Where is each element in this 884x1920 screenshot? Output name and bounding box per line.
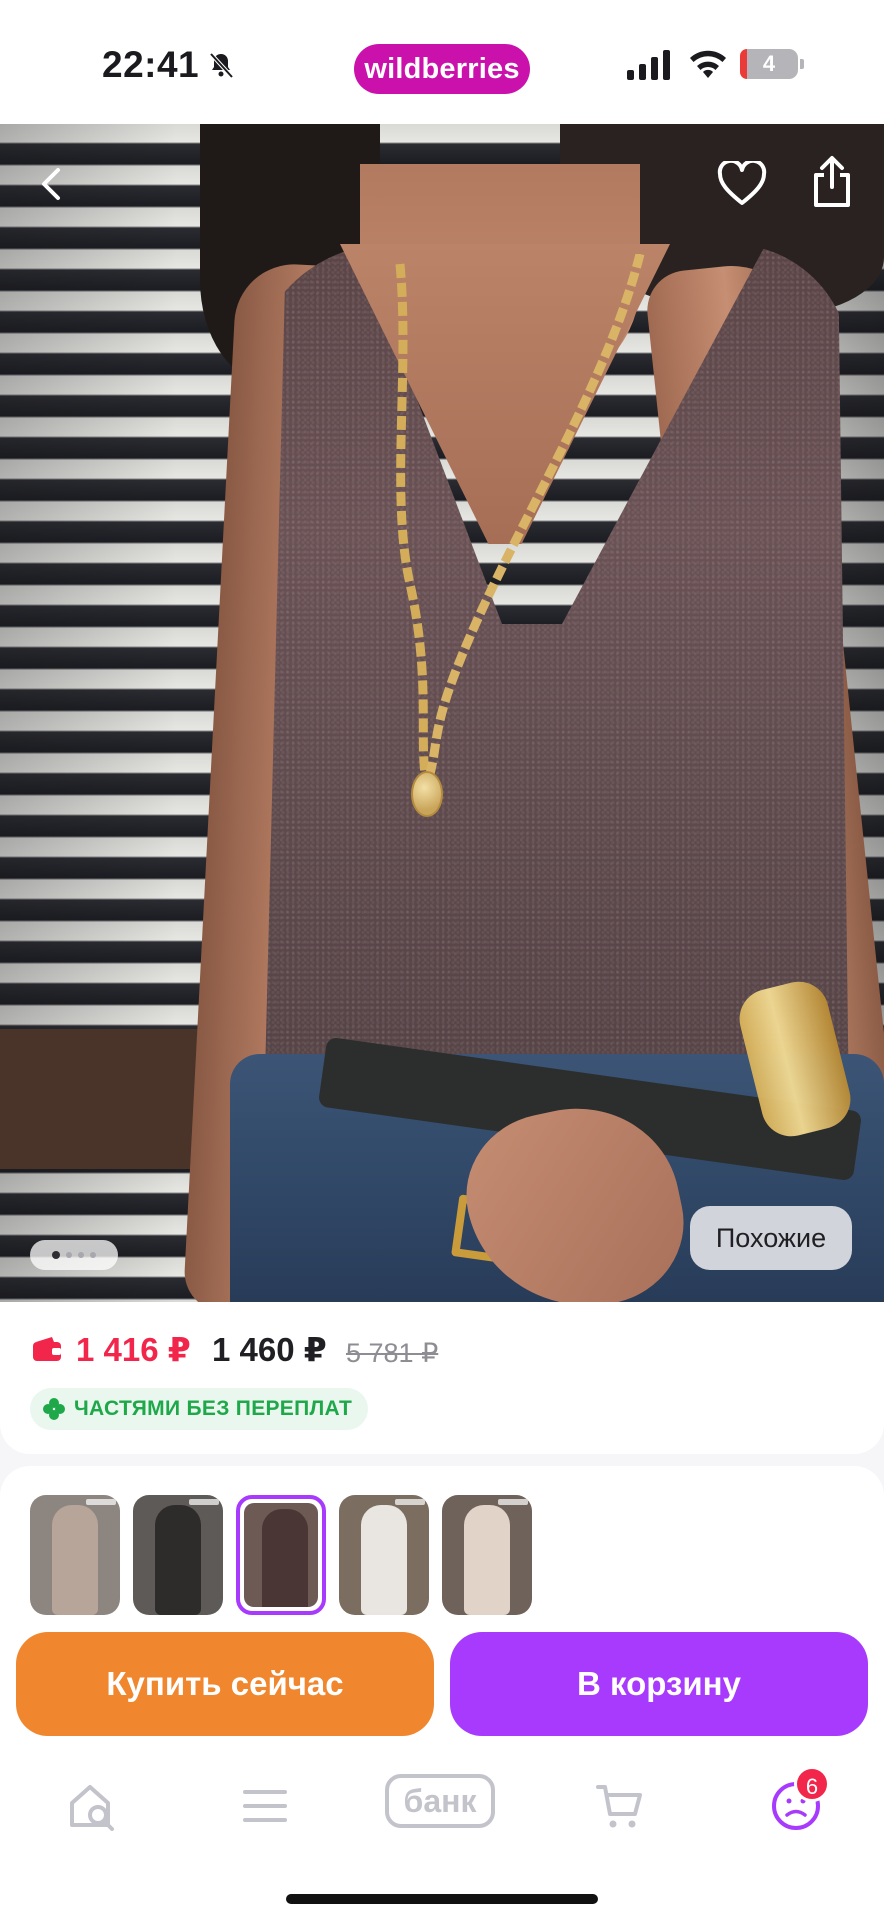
- wallet-price: 1 416 ₽: [76, 1331, 191, 1368]
- variant-thumb-brown-selected[interactable]: [236, 1495, 326, 1615]
- share-button[interactable]: [800, 150, 864, 214]
- heart-icon: [717, 161, 767, 205]
- chevron-left-icon: [42, 168, 60, 200]
- pagination-dot: [66, 1252, 72, 1258]
- variant-thumb-beige[interactable]: [30, 1495, 120, 1615]
- clover-icon: [43, 1398, 65, 1420]
- product-image[interactable]: [0, 124, 884, 1302]
- variant-thumb-white[interactable]: [339, 1495, 429, 1615]
- status-time: 22:41: [102, 44, 200, 85]
- bottom-tab-bar: банк 6: [0, 1750, 884, 1920]
- status-bar: 22:41 wildberries 4: [0, 0, 884, 124]
- back-button[interactable]: [20, 152, 84, 216]
- home-search-icon: [70, 1785, 114, 1831]
- gallery-pagination: [30, 1240, 118, 1270]
- favorite-button[interactable]: [710, 152, 774, 216]
- installments-label: ЧАСТЯМИ БЕЗ ПЕРЕПЛАТ: [74, 1397, 353, 1420]
- tab-home[interactable]: [52, 1776, 132, 1836]
- menu-icon: [243, 1790, 287, 1822]
- home-indicator[interactable]: [286, 1894, 598, 1904]
- wifi-icon: [690, 50, 726, 78]
- add-to-cart-button[interactable]: В корзину: [450, 1632, 868, 1736]
- variant-thumb-cream[interactable]: [442, 1495, 532, 1615]
- share-icon: [814, 156, 850, 207]
- battery-indicator: 4: [740, 49, 804, 79]
- necklace: [395, 254, 645, 776]
- cellular-signal-icon: [627, 50, 670, 80]
- color-variants: [0, 1466, 884, 1636]
- variant-thumb-black[interactable]: [133, 1495, 223, 1615]
- pagination-dot: [78, 1252, 84, 1258]
- old-price: 5 781 ₽: [346, 1338, 439, 1368]
- cart-icon: [596, 1785, 642, 1828]
- tab-bank[interactable]: банк: [385, 1774, 495, 1828]
- buy-now-button[interactable]: Купить сейчас: [16, 1632, 434, 1736]
- cart-count-badge: 6: [794, 1766, 830, 1802]
- pagination-dot: [52, 1251, 60, 1259]
- tab-catalog[interactable]: [225, 1776, 305, 1836]
- similar-button[interactable]: Похожие: [690, 1206, 852, 1270]
- brand-logo: wildberries: [354, 44, 530, 94]
- price-card: 1 416 ₽ 1 460 ₽ 5 781 ₽ ЧАСТЯМИ БЕЗ ПЕРЕ…: [0, 1302, 884, 1454]
- wallet-icon: [33, 1337, 61, 1361]
- current-price: 1 460 ₽: [212, 1331, 327, 1368]
- necklace-pendant: [411, 771, 443, 817]
- pagination-dot: [90, 1252, 96, 1258]
- tab-cart[interactable]: [580, 1776, 660, 1836]
- purchase-actions: Купить сейчас В корзину: [0, 1620, 884, 1750]
- bell-muted-icon: [209, 52, 234, 79]
- installments-badge[interactable]: ЧАСТЯМИ БЕЗ ПЕРЕПЛАТ: [30, 1388, 369, 1430]
